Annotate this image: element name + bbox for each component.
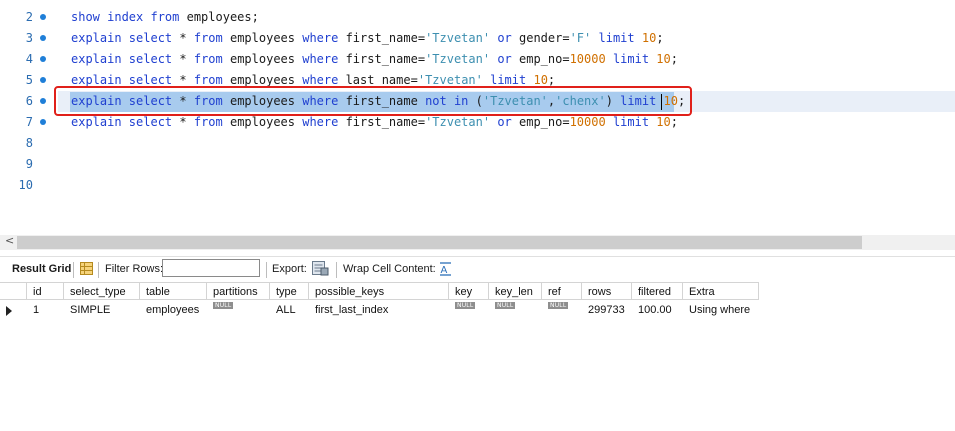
column-header-select_type[interactable]: select_type — [64, 282, 140, 300]
filter-rows-label: Filter Rows: — [105, 263, 164, 275]
statement-marker-icon[interactable] — [40, 77, 46, 83]
statement-marker-icon[interactable] — [40, 56, 46, 62]
cell-rows[interactable]: 299733 — [582, 301, 632, 319]
code-text: explain select * from employees where fi… — [71, 31, 664, 45]
line-number: 9 — [25, 157, 33, 171]
null-badge: NULL — [213, 302, 234, 309]
column-header-extra[interactable]: Extra — [683, 282, 759, 300]
toolbar-separator — [73, 262, 74, 278]
statement-marker-icon[interactable] — [40, 35, 46, 41]
cell-id[interactable]: 1 — [27, 301, 64, 319]
editor-line[interactable]: 3 explain select * from employees where f… — [0, 28, 955, 49]
code-text: show index from employees; — [71, 10, 259, 24]
highlight-annotation-box — [54, 86, 692, 116]
column-header-possible_keys[interactable]: possible_keys — [309, 282, 449, 300]
scroll-left-arrow-icon[interactable]: < — [5, 234, 14, 247]
scrollbar-thumb[interactable] — [17, 236, 862, 249]
cell-key_len[interactable]: NULL — [489, 301, 542, 319]
export-label: Export: — [272, 263, 307, 275]
cell-type[interactable]: ALL — [270, 301, 309, 319]
column-header-ref[interactable]: ref — [542, 282, 582, 300]
editor-line[interactable]: 10 — [0, 175, 955, 196]
column-header-table[interactable]: table — [140, 282, 207, 300]
null-badge: NULL — [455, 302, 476, 309]
editor-line[interactable]: 4 explain select * from employees where f… — [0, 49, 955, 70]
statement-marker-icon[interactable] — [40, 14, 46, 20]
statement-marker-icon[interactable] — [40, 119, 46, 125]
current-row-pointer-icon — [6, 306, 12, 316]
row-header-corner — [0, 282, 27, 300]
toolbar-separator — [266, 262, 267, 278]
column-header-key[interactable]: key — [449, 282, 489, 300]
toolbar-separator — [98, 262, 99, 278]
null-badge: NULL — [495, 302, 516, 309]
editor-horizontal-scrollbar[interactable]: < — [0, 234, 955, 250]
column-header-key_len[interactable]: key_len — [489, 282, 542, 300]
cell-select_type[interactable]: SIMPLE — [64, 301, 140, 319]
line-number: 3 — [25, 31, 33, 45]
result-toolbar: Result Grid Filter Rows: Export: Wrap Ce… — [0, 256, 955, 282]
result-grid-tab[interactable]: Result Grid — [12, 263, 71, 275]
column-header-partitions[interactable]: partitions — [207, 282, 270, 300]
line-number: 6 — [25, 94, 33, 108]
wrap-cell-content-label: Wrap Cell Content: — [343, 263, 436, 275]
result-grid: id select_type table partitions type possible… — [0, 282, 955, 431]
cell-extra[interactable]: Using where — [683, 301, 759, 319]
grid-layout-icon[interactable] — [80, 262, 93, 280]
cell-table[interactable]: employees — [140, 301, 207, 319]
column-header-rows[interactable]: rows — [582, 282, 632, 300]
cell-ref[interactable]: NULL — [542, 301, 582, 319]
line-number: 10 — [18, 178, 33, 192]
cell-possible_keys[interactable]: first_last_index — [309, 301, 449, 319]
null-badge: NULL — [548, 302, 569, 309]
line-number: 5 — [25, 73, 33, 87]
wrap-text-icon[interactable]: A — [439, 262, 452, 281]
column-header-type[interactable]: type — [270, 282, 309, 300]
code-text: explain select * from employees where fi… — [71, 52, 678, 66]
statement-marker-icon[interactable] — [40, 98, 46, 104]
line-number: 7 — [25, 115, 33, 129]
column-header-filtered[interactable]: filtered — [632, 282, 683, 300]
cell-partitions[interactable]: NULL — [207, 301, 270, 319]
cell-filtered[interactable]: 100.00 — [632, 301, 683, 319]
line-number: 2 — [25, 10, 33, 24]
sql-editor[interactable]: 2 show index from employees; 3 explain sele… — [0, 0, 955, 234]
filter-rows-input[interactable] — [162, 259, 260, 277]
cell-key[interactable]: NULL — [449, 301, 489, 319]
editor-line[interactable]: 2 show index from employees; — [0, 7, 955, 28]
editor-line[interactable]: 9 — [0, 154, 955, 175]
column-header-id[interactable]: id — [27, 282, 64, 300]
export-icon[interactable] — [312, 261, 329, 281]
editor-line[interactable]: 8 — [0, 133, 955, 154]
line-number: 4 — [25, 52, 33, 66]
line-number: 8 — [25, 136, 33, 150]
toolbar-separator — [336, 262, 337, 278]
